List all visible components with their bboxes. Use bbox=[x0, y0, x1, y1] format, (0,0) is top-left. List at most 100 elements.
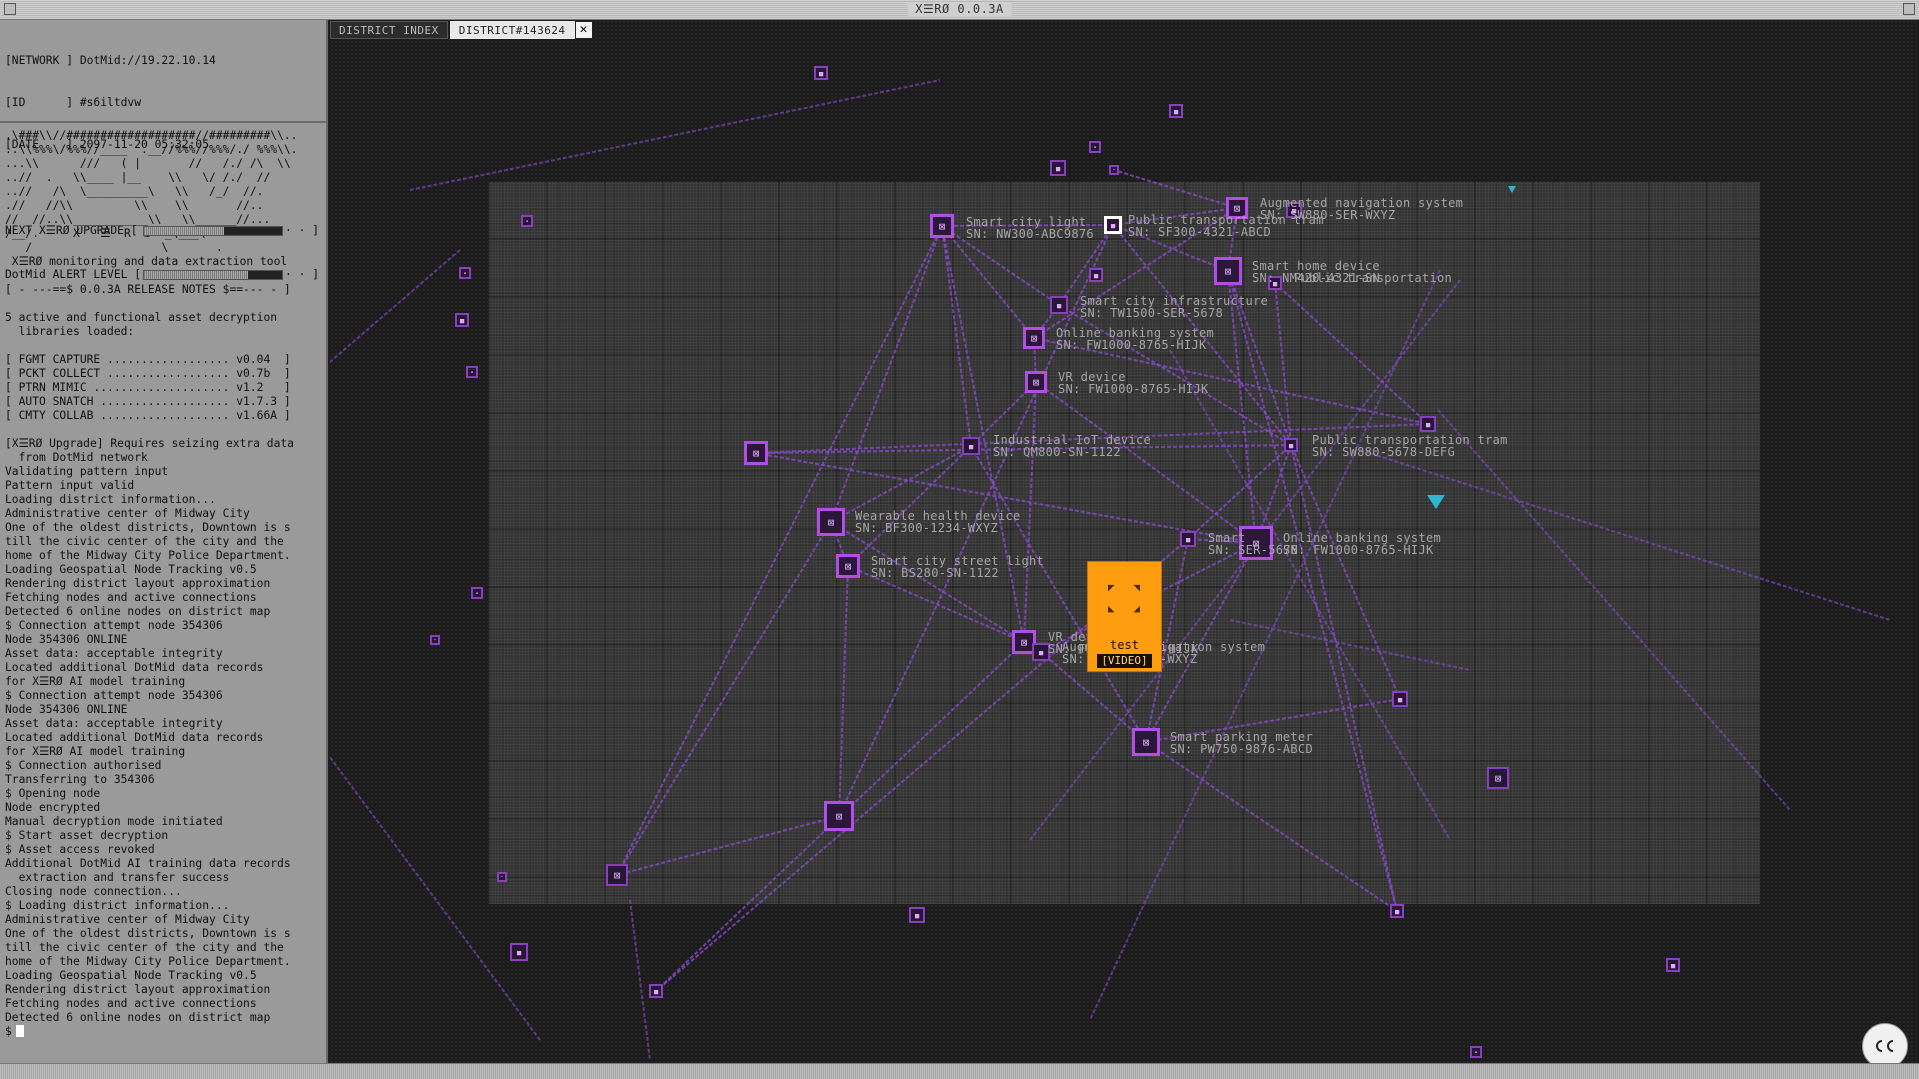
device-node[interactable]: ▪ bbox=[962, 437, 980, 455]
node-serial: SN: PW750-9876-ABCD bbox=[1170, 742, 1313, 756]
log-line: [X☰RØ Upgrade] Requires seizing extra da… bbox=[5, 437, 294, 450]
device-node[interactable]: ▪ bbox=[1392, 691, 1408, 707]
video-card[interactable]: ◤ ◥ ◣ ◢ test [VIDEO] bbox=[1087, 561, 1162, 672]
location-marker-small-icon[interactable] bbox=[1508, 186, 1516, 193]
device-node[interactable]: ▪ bbox=[1666, 958, 1680, 972]
connection-line bbox=[1169, 349, 1451, 841]
expand-arrows-icon[interactable]: ◤ ◥ ◣ ◢ bbox=[1106, 580, 1142, 616]
connection-line bbox=[941, 225, 972, 447]
device-node[interactable]: ▪ bbox=[1050, 160, 1066, 176]
node-icon: ⊠ bbox=[1494, 771, 1502, 785]
device-node[interactable]: · bbox=[471, 587, 483, 599]
device-node[interactable]: ▪ bbox=[510, 943, 528, 961]
log-line: Asset data: acceptable integrity bbox=[5, 717, 223, 730]
device-node[interactable]: ▪ bbox=[455, 313, 469, 327]
device-node[interactable]: ⊠ bbox=[744, 441, 768, 465]
device-node[interactable]: · bbox=[430, 635, 440, 645]
device-node[interactable]: ⊠ bbox=[1132, 728, 1160, 756]
device-node[interactable]: ▪ bbox=[1169, 104, 1183, 118]
node-icon: ▪ bbox=[458, 313, 466, 327]
device-node[interactable]: ⊠ bbox=[606, 864, 628, 886]
device-node[interactable]: · bbox=[1089, 141, 1101, 153]
connection-line bbox=[330, 249, 461, 364]
device-node[interactable]: · bbox=[459, 267, 471, 279]
node-icon: ▪ bbox=[1287, 438, 1295, 452]
device-node[interactable]: ▪ bbox=[1420, 416, 1436, 432]
node-icon: · bbox=[461, 266, 469, 280]
device-node[interactable]: ▪ bbox=[909, 907, 925, 923]
device-node[interactable]: ▪ bbox=[1089, 268, 1103, 282]
log-line: $ Connection attempt node 354306 bbox=[5, 619, 223, 632]
device-node[interactable]: ⊠ bbox=[930, 214, 954, 238]
log-line: Validating pattern input bbox=[5, 465, 169, 478]
connection-line bbox=[1229, 619, 1471, 671]
location-marker-icon[interactable] bbox=[1427, 495, 1445, 509]
log-line: Asset data: acceptable integrity bbox=[5, 647, 223, 660]
video-title: test bbox=[1110, 638, 1139, 652]
upgrade-bar-end: · · ] bbox=[285, 224, 320, 237]
node-label: Online banking system SN: FW1000-8765-HIJ… bbox=[1283, 532, 1441, 556]
device-node[interactable]: · bbox=[1109, 165, 1119, 175]
node-label: Smart SN: SER-5678 bbox=[1208, 532, 1298, 556]
log-line: Node encrypted bbox=[5, 801, 101, 814]
device-node[interactable]: ⊠ bbox=[836, 554, 860, 578]
node-serial: SN: TW1500-SER-5678 bbox=[1080, 306, 1223, 320]
device-node[interactable]: ⊠ bbox=[1025, 371, 1047, 393]
log-line: $ Opening node bbox=[5, 787, 101, 800]
node-icon: ⊠ bbox=[844, 559, 852, 573]
log-line: .// //\\ \\ \\ //.. bbox=[5, 199, 264, 212]
log-line: Detected 6 online nodes on district map bbox=[5, 1011, 271, 1024]
device-node[interactable]: ▪ bbox=[1104, 216, 1122, 234]
device-node[interactable]: ▪ bbox=[814, 66, 828, 80]
device-node[interactable]: ▪ bbox=[1050, 296, 1068, 314]
device-node[interactable]: · bbox=[466, 366, 478, 378]
tab-bar: DISTRICT INDEX DISTRICT#143624 ✕ bbox=[330, 21, 593, 39]
log-line: Loading Geospatial Node Tracking v0.5 bbox=[5, 563, 257, 576]
device-node[interactable]: ⊠ bbox=[1214, 257, 1242, 285]
video-tag: [VIDEO] bbox=[1097, 654, 1152, 668]
device-node[interactable]: ▪ bbox=[1180, 531, 1196, 547]
log-line: Transferring to 354306 bbox=[5, 773, 155, 786]
node-icon: · bbox=[468, 365, 476, 379]
log-line: [ PCKT COLLECT .................. v0.7b … bbox=[5, 367, 291, 380]
device-node[interactable]: · bbox=[1470, 1046, 1482, 1058]
close-icon[interactable]: ✕ bbox=[574, 21, 593, 39]
node-icon: ⊠ bbox=[1233, 201, 1241, 215]
node-icon: · bbox=[1091, 140, 1099, 154]
device-node[interactable]: ⊠ bbox=[817, 508, 845, 536]
upgrade-bar-fill bbox=[224, 227, 282, 235]
device-node[interactable]: ▪ bbox=[1284, 438, 1298, 452]
connection-line bbox=[616, 815, 840, 876]
id-status: [ID ] #s6iltdvw bbox=[5, 96, 142, 109]
log-line: Closing node connection... bbox=[5, 885, 182, 898]
connection-line bbox=[830, 225, 943, 523]
device-node[interactable]: · bbox=[497, 872, 507, 882]
node-icon: ▪ bbox=[967, 439, 975, 453]
device-node[interactable]: ▪ bbox=[649, 984, 663, 998]
log-line: Node 354306 ONLINE bbox=[5, 703, 128, 716]
device-node[interactable]: ⊠ bbox=[1023, 327, 1045, 349]
tab-district-143624[interactable]: DISTRICT#143624 bbox=[449, 21, 575, 39]
connection-line bbox=[409, 79, 941, 191]
node-icon: · bbox=[523, 214, 531, 228]
window-menu-button[interactable] bbox=[4, 3, 16, 15]
node-icon: ⊠ bbox=[1142, 735, 1150, 749]
device-node[interactable]: ⊠ bbox=[824, 801, 854, 831]
tab-district-index[interactable]: DISTRICT INDEX bbox=[330, 21, 448, 39]
node-label: Online banking system SN: FW1000-8765-HIJ… bbox=[1056, 327, 1214, 351]
device-node[interactable]: ⊠ bbox=[1487, 767, 1509, 789]
connection-line bbox=[847, 445, 972, 567]
device-node[interactable]: ▪ bbox=[1390, 904, 1404, 918]
command-prompt[interactable]: $ bbox=[5, 1025, 321, 1039]
window-close-button[interactable] bbox=[1903, 3, 1915, 15]
district-map[interactable]: ⊠ ▪ ⊠ ⊠ ▪ ▪ ⊠ ⊠ ▪ ▪ ⊠ ⊠ ⊠ ▪ ⊠ ▪ ⊠ ▪ ▪ ▪ · · · ▪ ▪ · ▪ · ⊠ ▪ · · ▪ ⊠ ⊠ ⊠ · ▪ ▪ ▪… bbox=[330, 20, 1919, 1063]
node-serial: SN: SER-5678 bbox=[1208, 543, 1299, 557]
log-line: Additional DotMid AI training data recor… bbox=[5, 857, 291, 870]
log-line: till the civic center of the city and th… bbox=[5, 535, 284, 548]
device-node[interactable]: · bbox=[521, 215, 533, 227]
log-line: Rendering district layout approximation bbox=[5, 983, 271, 996]
node-icon: ⊠ bbox=[827, 515, 835, 529]
log-line: [ CMTY COLLAB ................... v1.66A… bbox=[5, 409, 291, 422]
